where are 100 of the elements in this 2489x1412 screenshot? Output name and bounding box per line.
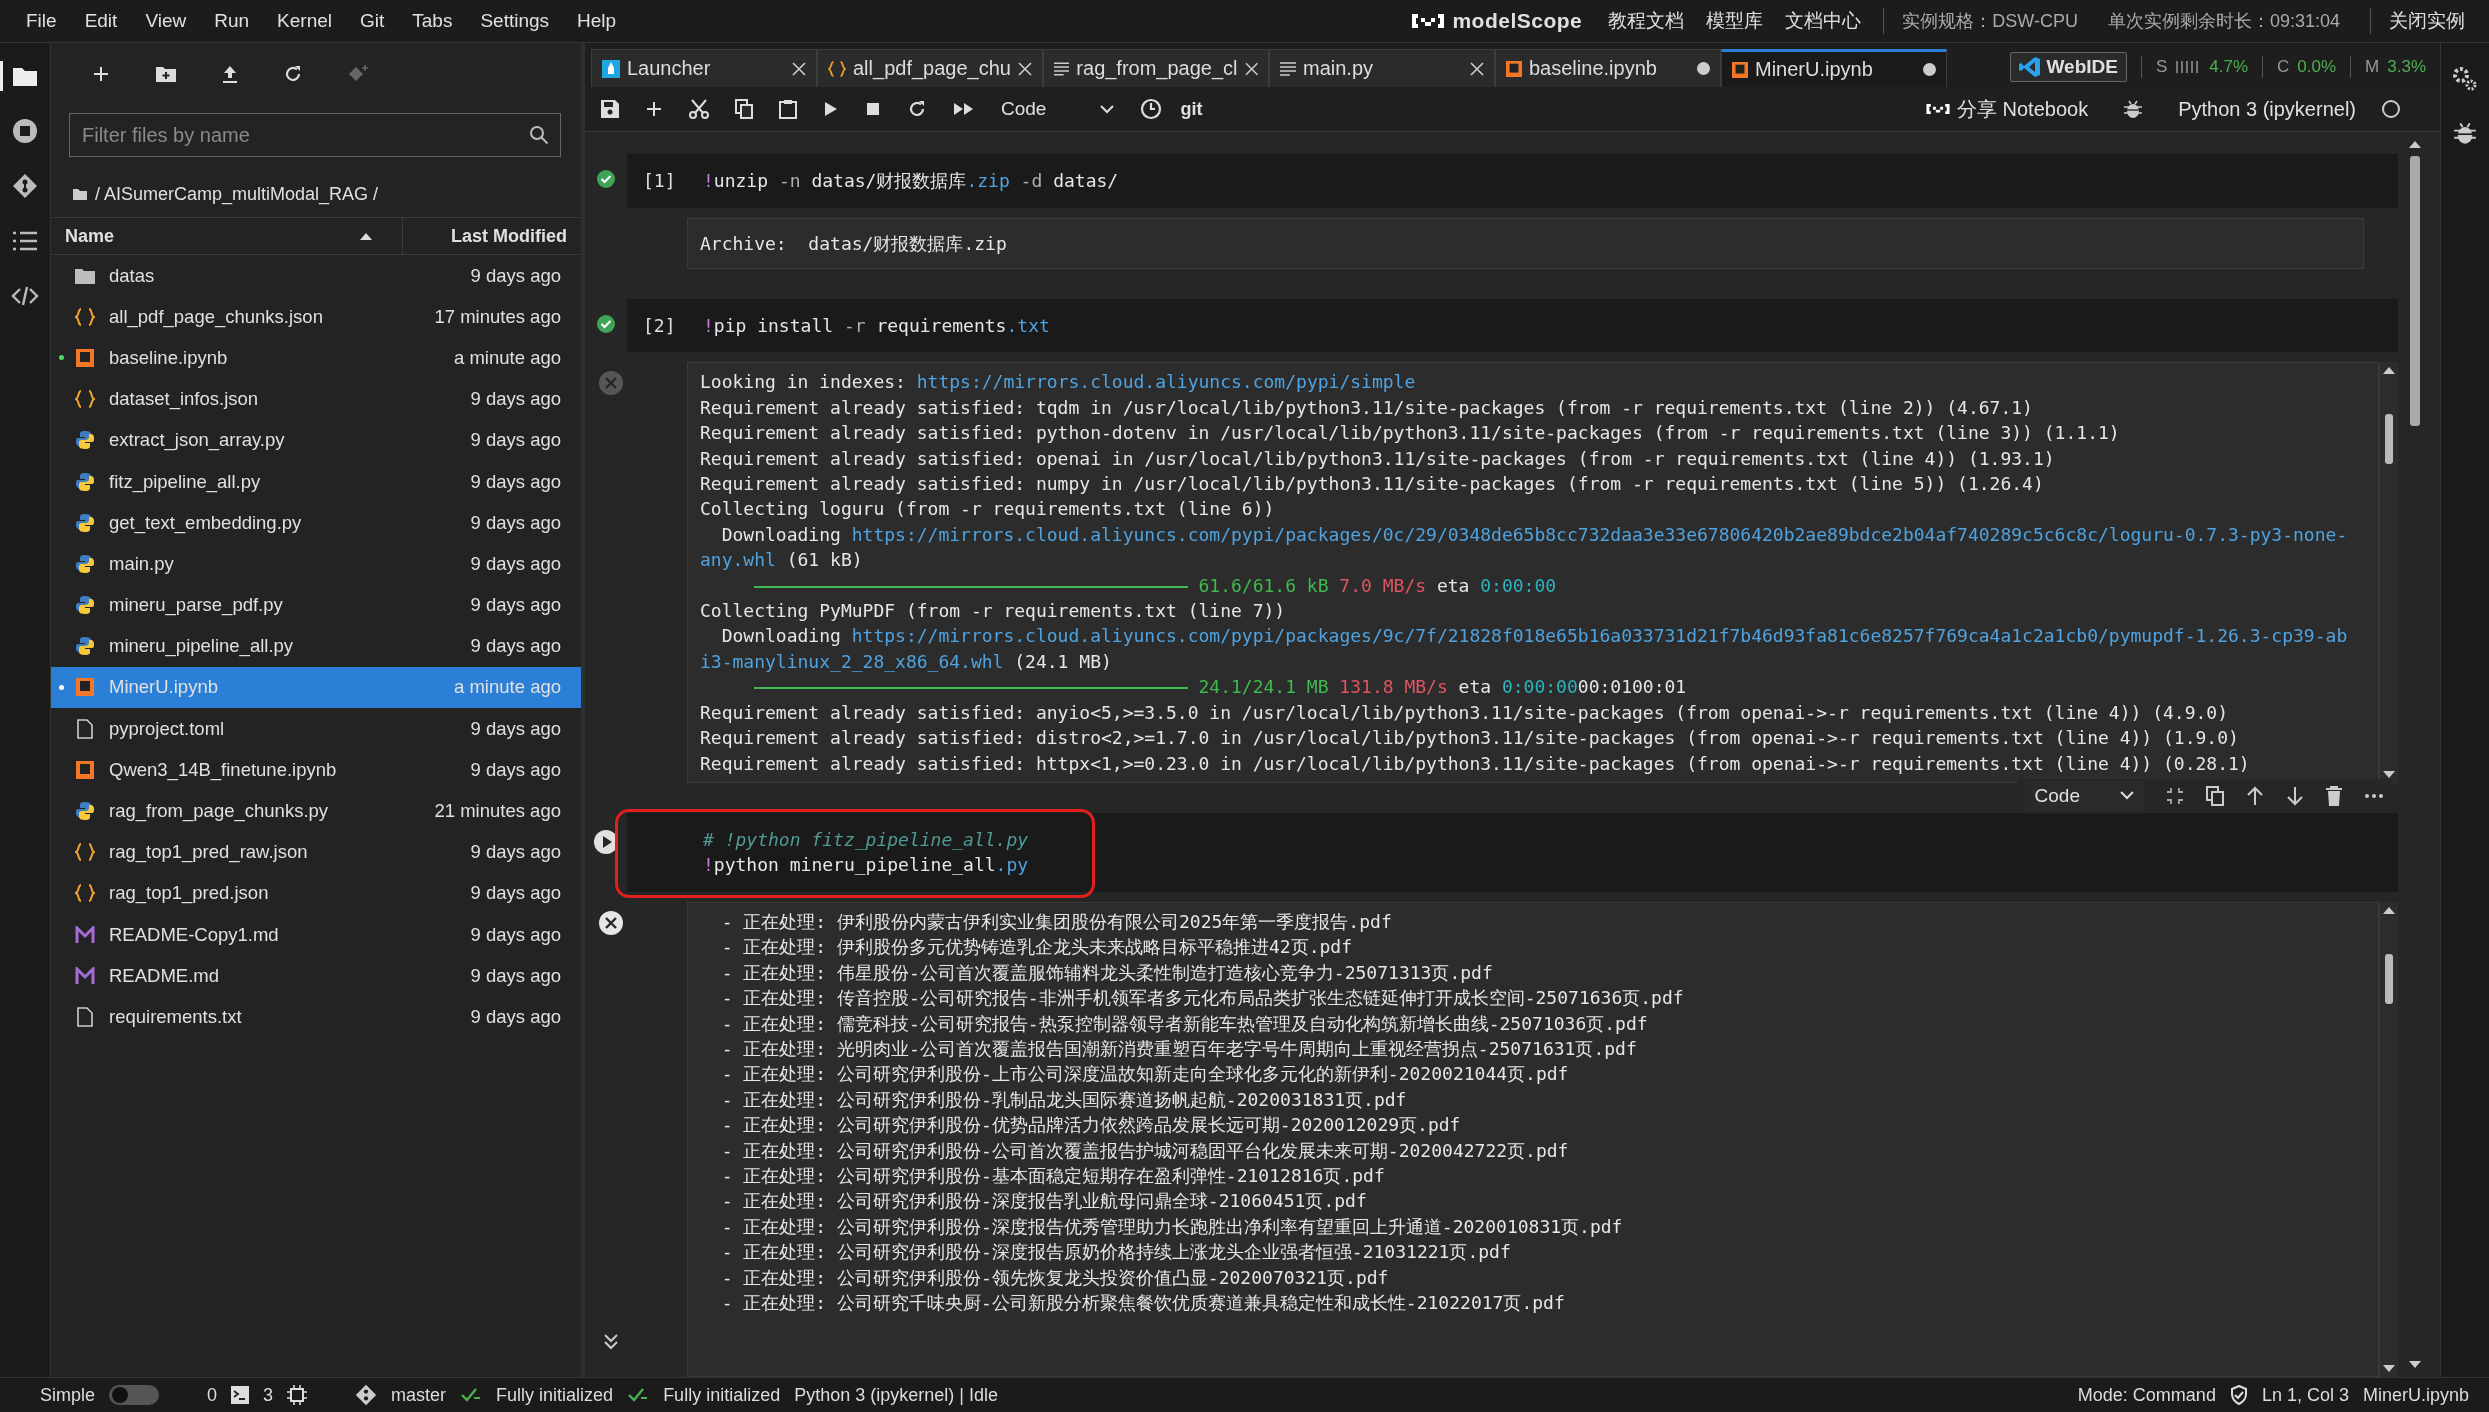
upload-icon[interactable] — [221, 64, 239, 84]
file-row[interactable]: mineru_parse_pdf.py 9 days ago — [51, 584, 581, 626]
share-notebook-button[interactable]: 分享 Notebook — [1924, 95, 2089, 123]
code-input-area[interactable]: [1] !unzip -n datas/财报数据库.zip -d datas/ — [627, 154, 2398, 208]
tab[interactable]: main.py — [1269, 49, 1495, 87]
close-icon[interactable] — [1018, 61, 1032, 76]
git-icon[interactable] — [355, 1384, 378, 1406]
scroll-down-icon[interactable] — [2383, 1365, 2395, 1373]
unsaved-dot[interactable] — [1923, 63, 1936, 76]
scroll-down-icon[interactable] — [2409, 1361, 2421, 1369]
file-row[interactable]: README.md 9 days ago — [51, 955, 581, 997]
scroll-down-icon[interactable] — [2383, 770, 2395, 779]
tab[interactable]: MinerU.ipynb — [1721, 49, 1947, 87]
save-icon[interactable] — [601, 100, 619, 118]
menu-item[interactable]: View — [131, 10, 201, 32]
file-row[interactable]: pyproject.toml 9 days ago — [51, 708, 581, 750]
restart-icon[interactable] — [907, 99, 927, 119]
webide-button[interactable]: WebIDE — [2009, 52, 2127, 82]
menu-item[interactable]: Run — [200, 10, 264, 32]
scroll-thumb[interactable] — [2385, 414, 2393, 465]
delete-icon[interactable] — [2326, 785, 2342, 806]
add-cell-icon[interactable] — [645, 100, 663, 118]
scroll-thumb[interactable] — [2385, 953, 2393, 1004]
collapse-icon[interactable] — [602, 1333, 620, 1351]
scroll-up-icon[interactable] — [2383, 366, 2395, 375]
file-row[interactable]: requirements.txt 9 days ago — [51, 996, 581, 1038]
git-button[interactable]: git — [1180, 98, 1203, 120]
fast-forward-icon[interactable] — [953, 101, 975, 117]
logo-text[interactable]: modelScope — [1452, 9, 1583, 33]
cell-type-dropdown[interactable]: Code — [2024, 780, 2144, 811]
scroll-up-icon[interactable] — [2409, 140, 2421, 148]
bug-icon[interactable] — [2454, 121, 2476, 145]
move-down-icon[interactable] — [2286, 785, 2304, 806]
close-icon[interactable] — [1470, 61, 1484, 76]
header-link[interactable]: 模型库 — [1706, 8, 1764, 34]
scrollbar[interactable] — [2379, 362, 2398, 783]
code-input-area[interactable]: # !python fitz_pipeline_all.py !python mineru_pipeline_all.py — [627, 812, 2398, 892]
file-row[interactable]: fitz_pipeline_all.py 9 days ago — [51, 460, 581, 503]
run-icon[interactable] — [823, 100, 839, 118]
filter-field[interactable]: Filter files by name — [69, 113, 561, 157]
menu-item[interactable]: Git — [346, 10, 399, 32]
shield-icon[interactable] — [2229, 1385, 2248, 1405]
clear-output-icon[interactable] — [598, 909, 624, 936]
header-link[interactable]: 教程文档 — [1608, 8, 1685, 34]
menu-item[interactable]: Help — [563, 10, 631, 32]
file-row[interactable]: baseline.ipynb a minute ago — [51, 337, 581, 379]
tab[interactable]: baseline.ipynb — [1495, 49, 1721, 87]
copy-icon[interactable] — [2206, 785, 2224, 806]
menu-item[interactable]: File — [12, 10, 71, 32]
terminal-icon[interactable] — [231, 1386, 250, 1404]
paste-icon[interactable] — [779, 99, 797, 119]
git-clone-icon[interactable] — [347, 64, 369, 84]
close-icon[interactable] — [1244, 61, 1258, 76]
kernel-status[interactable]: Python 3 (ipykernel) | Idle — [794, 1384, 998, 1406]
more-icon[interactable] — [2364, 792, 2384, 799]
new-file-icon[interactable] — [91, 64, 111, 84]
menu-item[interactable]: Tabs — [398, 10, 467, 32]
column-header[interactable]: Last Modified — [402, 218, 567, 254]
unsaved-dot[interactable] — [1697, 62, 1710, 75]
breadcrumb[interactable]: / AISumerCamp_multiModal_RAG / — [95, 183, 379, 205]
cut-icon[interactable] — [689, 99, 709, 119]
file-row[interactable]: dataset_infos.json 9 days ago — [51, 378, 581, 420]
file-row[interactable]: rag_top1_pred.json 9 days ago — [51, 872, 581, 914]
simple-mode-toggle[interactable] — [109, 1385, 160, 1405]
header-link[interactable]: 文档中心 — [1785, 8, 1862, 34]
file-row[interactable]: all_pdf_page_chunks.json 17 minutes ago — [51, 296, 581, 338]
file-row[interactable]: mineru_pipeline_all.py 9 days ago — [51, 625, 581, 667]
settings-icon[interactable] — [2451, 65, 2479, 93]
move-up-icon[interactable] — [2246, 785, 2264, 806]
scroll-up-icon[interactable] — [2383, 905, 2395, 914]
menu-item[interactable]: Settings — [466, 10, 564, 32]
split-icon[interactable] — [2166, 786, 2184, 805]
file-row[interactable]: get_text_embedding.py 9 days ago — [51, 502, 581, 544]
new-folder-icon[interactable] — [155, 65, 177, 83]
kernel-name[interactable]: Python 3 (ipykernel) — [2178, 97, 2356, 121]
file-row[interactable]: main.py 9 days ago — [51, 543, 581, 585]
cursor-position[interactable]: Ln 1, Col 3 — [2261, 1384, 2349, 1406]
file-row[interactable]: extract_json_array.py 9 days ago — [51, 419, 581, 461]
stop-icon[interactable] — [865, 101, 881, 117]
copy-icon[interactable] — [735, 99, 753, 119]
file-row[interactable]: rag_top1_pred_raw.json 9 days ago — [51, 831, 581, 873]
status-text[interactable]: Fully initialized — [663, 1384, 781, 1406]
close-icon[interactable] — [792, 61, 806, 76]
tab[interactable]: Launcher — [591, 49, 817, 87]
scroll-thumb[interactable] — [2410, 156, 2420, 426]
bug-icon[interactable] — [2124, 99, 2143, 119]
file-row[interactable]: datas 9 days ago — [51, 255, 581, 297]
file-row[interactable]: README-Copy1.md 9 days ago — [51, 914, 581, 956]
scrollbar[interactable] — [2379, 901, 2398, 1377]
file-row[interactable]: Qwen3_14B_finetune.ipynb 9 days ago — [51, 749, 581, 791]
menu-item[interactable]: Kernel — [263, 10, 346, 32]
tab[interactable]: all_pdf_page_chu — [817, 49, 1043, 87]
file-row[interactable]: rag_from_page_chunks.py 21 minutes ago — [51, 790, 581, 832]
cell-type-dropdown[interactable]: Code — [1001, 98, 1115, 120]
chip-icon[interactable] — [287, 1385, 308, 1405]
status-text[interactable]: Fully initialized — [496, 1384, 614, 1406]
column-header[interactable]: Name — [65, 225, 360, 247]
menu-item[interactable]: Edit — [70, 10, 132, 32]
close-instance-button[interactable]: 关闭实例 — [2389, 8, 2465, 34]
refresh-icon[interactable] — [283, 64, 303, 84]
